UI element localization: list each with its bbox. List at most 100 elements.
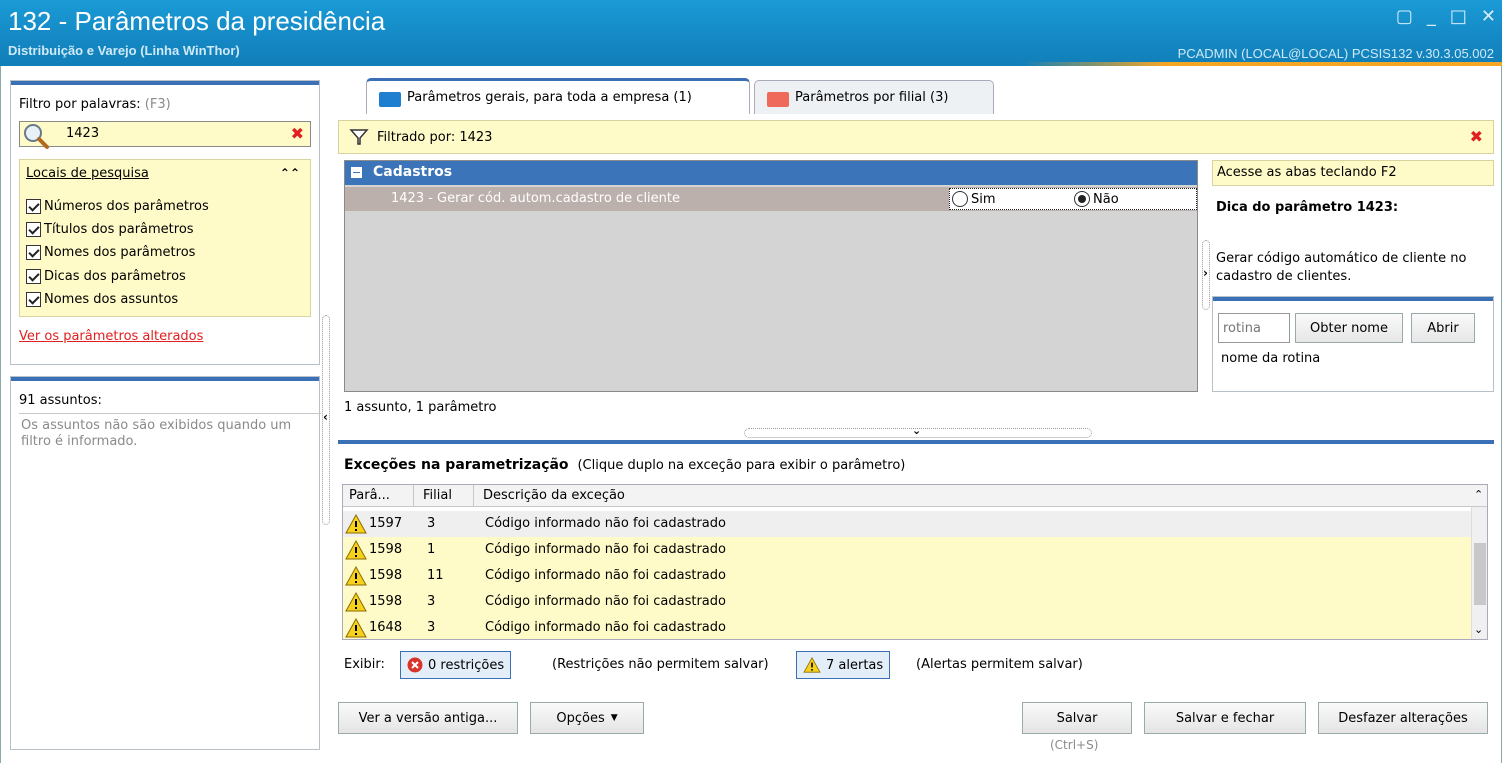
radio-sim[interactable]: Sim xyxy=(952,191,996,207)
panel-top-bar xyxy=(11,81,319,85)
table-row[interactable]: 1598 1 Código informado não foi cadastra… xyxy=(343,537,1471,563)
option-numeros[interactable]: Números dos parâmetros xyxy=(26,196,209,216)
chevron-down-icon[interactable]: ⌄ xyxy=(912,424,921,437)
cell-description: Código informado não foi cadastrado xyxy=(485,620,726,635)
scrollbar-thumb[interactable] xyxy=(1474,543,1486,605)
checkbox-icon[interactable] xyxy=(26,291,41,307)
cell-filial: 3 xyxy=(427,620,436,635)
filter-label: Filtro por palavras: (F3) xyxy=(19,97,171,112)
grid-status: 1 assunto, 1 parâmetro xyxy=(344,400,497,415)
save-button[interactable]: Salvar xyxy=(1022,702,1132,734)
checkbox-icon[interactable] xyxy=(26,268,41,284)
tab-parametros-gerais[interactable]: Parâmetros gerais, para toda a empresa (… xyxy=(366,78,750,114)
column-separator[interactable] xyxy=(413,485,414,507)
panel-top-bar xyxy=(11,377,319,381)
cell-description: Código informado não foi cadastrado xyxy=(485,568,726,583)
vertical-scrollbar[interactable] xyxy=(1471,507,1487,639)
button-label: Desfazer alterações xyxy=(1338,710,1468,726)
alertas-filter-button[interactable]: 7 alertas xyxy=(796,651,891,679)
column-separator[interactable] xyxy=(473,485,474,507)
user-info: PCADMIN (LOCAL@LOCAL) PCSIS132 v.30.3.05… xyxy=(1177,46,1494,61)
checkbox-icon[interactable] xyxy=(26,221,41,237)
filter-shortcut: (F3) xyxy=(144,97,171,112)
warning-icon xyxy=(345,618,367,638)
table-row[interactable]: 1598 3 Código informado não foi cadastra… xyxy=(343,589,1471,615)
old-version-button[interactable]: Ver a versão antiga... xyxy=(338,702,518,734)
restricoes-filter-button[interactable]: 0 restrições xyxy=(400,651,512,679)
chevron-right-icon[interactable]: › xyxy=(1203,266,1208,280)
button-label: Ver a versão antiga... xyxy=(358,710,498,726)
options-button[interactable]: Opções ▼ xyxy=(530,702,644,734)
maximize-icon[interactable]: □ xyxy=(1450,6,1467,27)
exceptions-panel: Exceções na parametrização (Clique duplo… xyxy=(338,440,1494,682)
routine-panel: Obter nome Abrir nome da rotina xyxy=(1212,296,1494,392)
option-nomes[interactable]: Nomes dos parâmetros xyxy=(26,242,195,262)
option-dicas[interactable]: Dicas dos parâmetros xyxy=(26,266,186,286)
checkbox-icon[interactable] xyxy=(26,244,41,260)
option-assuntos[interactable]: Nomes dos assuntos xyxy=(26,289,178,309)
undo-changes-button[interactable]: Desfazer alterações xyxy=(1318,702,1488,734)
cell-description: Código informado não foi cadastrado xyxy=(485,594,726,609)
option-titulos[interactable]: Títulos dos parâmetros xyxy=(26,219,194,239)
filtered-by-bar: Filtrado por: 1423 ✖ xyxy=(338,120,1494,154)
alertas-hint: (Alertas permitem salvar) xyxy=(916,657,1083,672)
column-description[interactable]: Descrição da exceção xyxy=(483,488,625,503)
clear-search-icon[interactable]: ✖ xyxy=(291,124,304,143)
routine-input[interactable] xyxy=(1218,313,1290,343)
close-icon[interactable]: ✕ xyxy=(1481,6,1496,27)
table-row[interactable]: 1648 3 Código informado não foi cadastra… xyxy=(343,615,1471,639)
warning-icon xyxy=(345,592,367,612)
radio-selected-icon[interactable] xyxy=(1074,191,1090,207)
subjects-list[interactable]: Os assuntos não são exibidos quando um f… xyxy=(19,413,321,751)
warning-icon xyxy=(803,657,821,673)
restore-icon[interactable]: ▢ xyxy=(1396,6,1413,27)
funnel-icon xyxy=(349,129,369,145)
group-title: Cadastros xyxy=(373,164,453,180)
routine-input-field[interactable] xyxy=(1219,314,1289,342)
abrir-button[interactable]: Abrir xyxy=(1411,313,1475,343)
panel-top-bar xyxy=(1213,297,1493,301)
restricoes-hint: (Restrições não permitem salvar) xyxy=(552,657,769,672)
checkbox-icon[interactable] xyxy=(26,198,41,214)
chevron-left-icon[interactable]: ‹ xyxy=(323,410,328,424)
filtered-by-text: Filtrado por: 1423 xyxy=(377,130,493,145)
exceptions-title: Exceções na parametrização (Clique duplo… xyxy=(344,457,905,473)
collapse-icon[interactable]: ⌃⌃ xyxy=(280,166,300,180)
button-label: Salvar xyxy=(1056,710,1098,726)
save-close-button[interactable]: Salvar e fechar xyxy=(1144,702,1306,734)
table-row[interactable]: 1597 3 Código informado não foi cadastra… xyxy=(343,511,1471,537)
scroll-down-icon[interactable]: ⌄ xyxy=(1474,623,1483,636)
table-row[interactable]: 1598 11 Código informado não foi cadastr… xyxy=(343,563,1471,589)
collapse-box-icon[interactable] xyxy=(351,167,362,178)
warning-icon xyxy=(345,566,367,586)
cell-param: 1597 xyxy=(369,516,403,531)
search-input[interactable]: 1423 ✖ xyxy=(19,121,311,149)
title-bar: 132 - Parâmetros da presidência Distribu… xyxy=(0,0,1502,66)
cell-description: Código informado não foi cadastrado xyxy=(485,516,726,531)
clear-filter-icon[interactable]: ✖ xyxy=(1470,127,1483,146)
dropdown-arrow-icon: ▼ xyxy=(610,713,618,723)
tip-title: Dica do parâmetro 1423: xyxy=(1216,200,1399,215)
parameters-grid[interactable]: Cadastros 1423 - Gerar cód. autom.cadast… xyxy=(344,160,1198,392)
search-locations-title: Locais de pesquisa xyxy=(26,166,149,181)
subjects-message: Os assuntos não são exibidos quando um f… xyxy=(21,418,292,449)
tab-parametros-filial[interactable]: Parâmetros por filial (3) xyxy=(754,80,994,114)
option-label: Nomes dos assuntos xyxy=(44,291,179,307)
changed-params-link[interactable]: Ver os parâmetros alterados xyxy=(19,329,203,344)
column-filial[interactable]: Filial xyxy=(423,488,452,503)
cell-param: 1598 xyxy=(369,594,403,609)
radio-nao[interactable]: Não xyxy=(1074,191,1119,207)
obter-nome-button[interactable]: Obter nome xyxy=(1295,313,1403,343)
cell-description: Código informado não foi cadastrado xyxy=(485,542,726,557)
search-locations: Locais de pesquisa ⌃⌃ Números dos parâme… xyxy=(19,159,311,317)
exceptions-table[interactable]: Parâ... Filial Descrição da exceção 1597… xyxy=(342,484,1488,640)
column-param[interactable]: Parâ... xyxy=(349,488,390,503)
minimize-icon[interactable]: _ xyxy=(1427,6,1436,27)
parameter-value[interactable]: Sim Não xyxy=(949,188,1197,210)
scroll-up-icon[interactable]: ⌃ xyxy=(1474,488,1483,501)
radio-icon[interactable] xyxy=(952,191,968,207)
access-hint-text: Acesse as abas teclando F2 xyxy=(1217,165,1397,180)
parameter-row[interactable]: 1423 - Gerar cód. autom.cadastro de clie… xyxy=(345,187,1197,211)
group-header[interactable]: Cadastros xyxy=(345,161,1197,185)
subjects-count: 91 assuntos: xyxy=(19,393,102,408)
